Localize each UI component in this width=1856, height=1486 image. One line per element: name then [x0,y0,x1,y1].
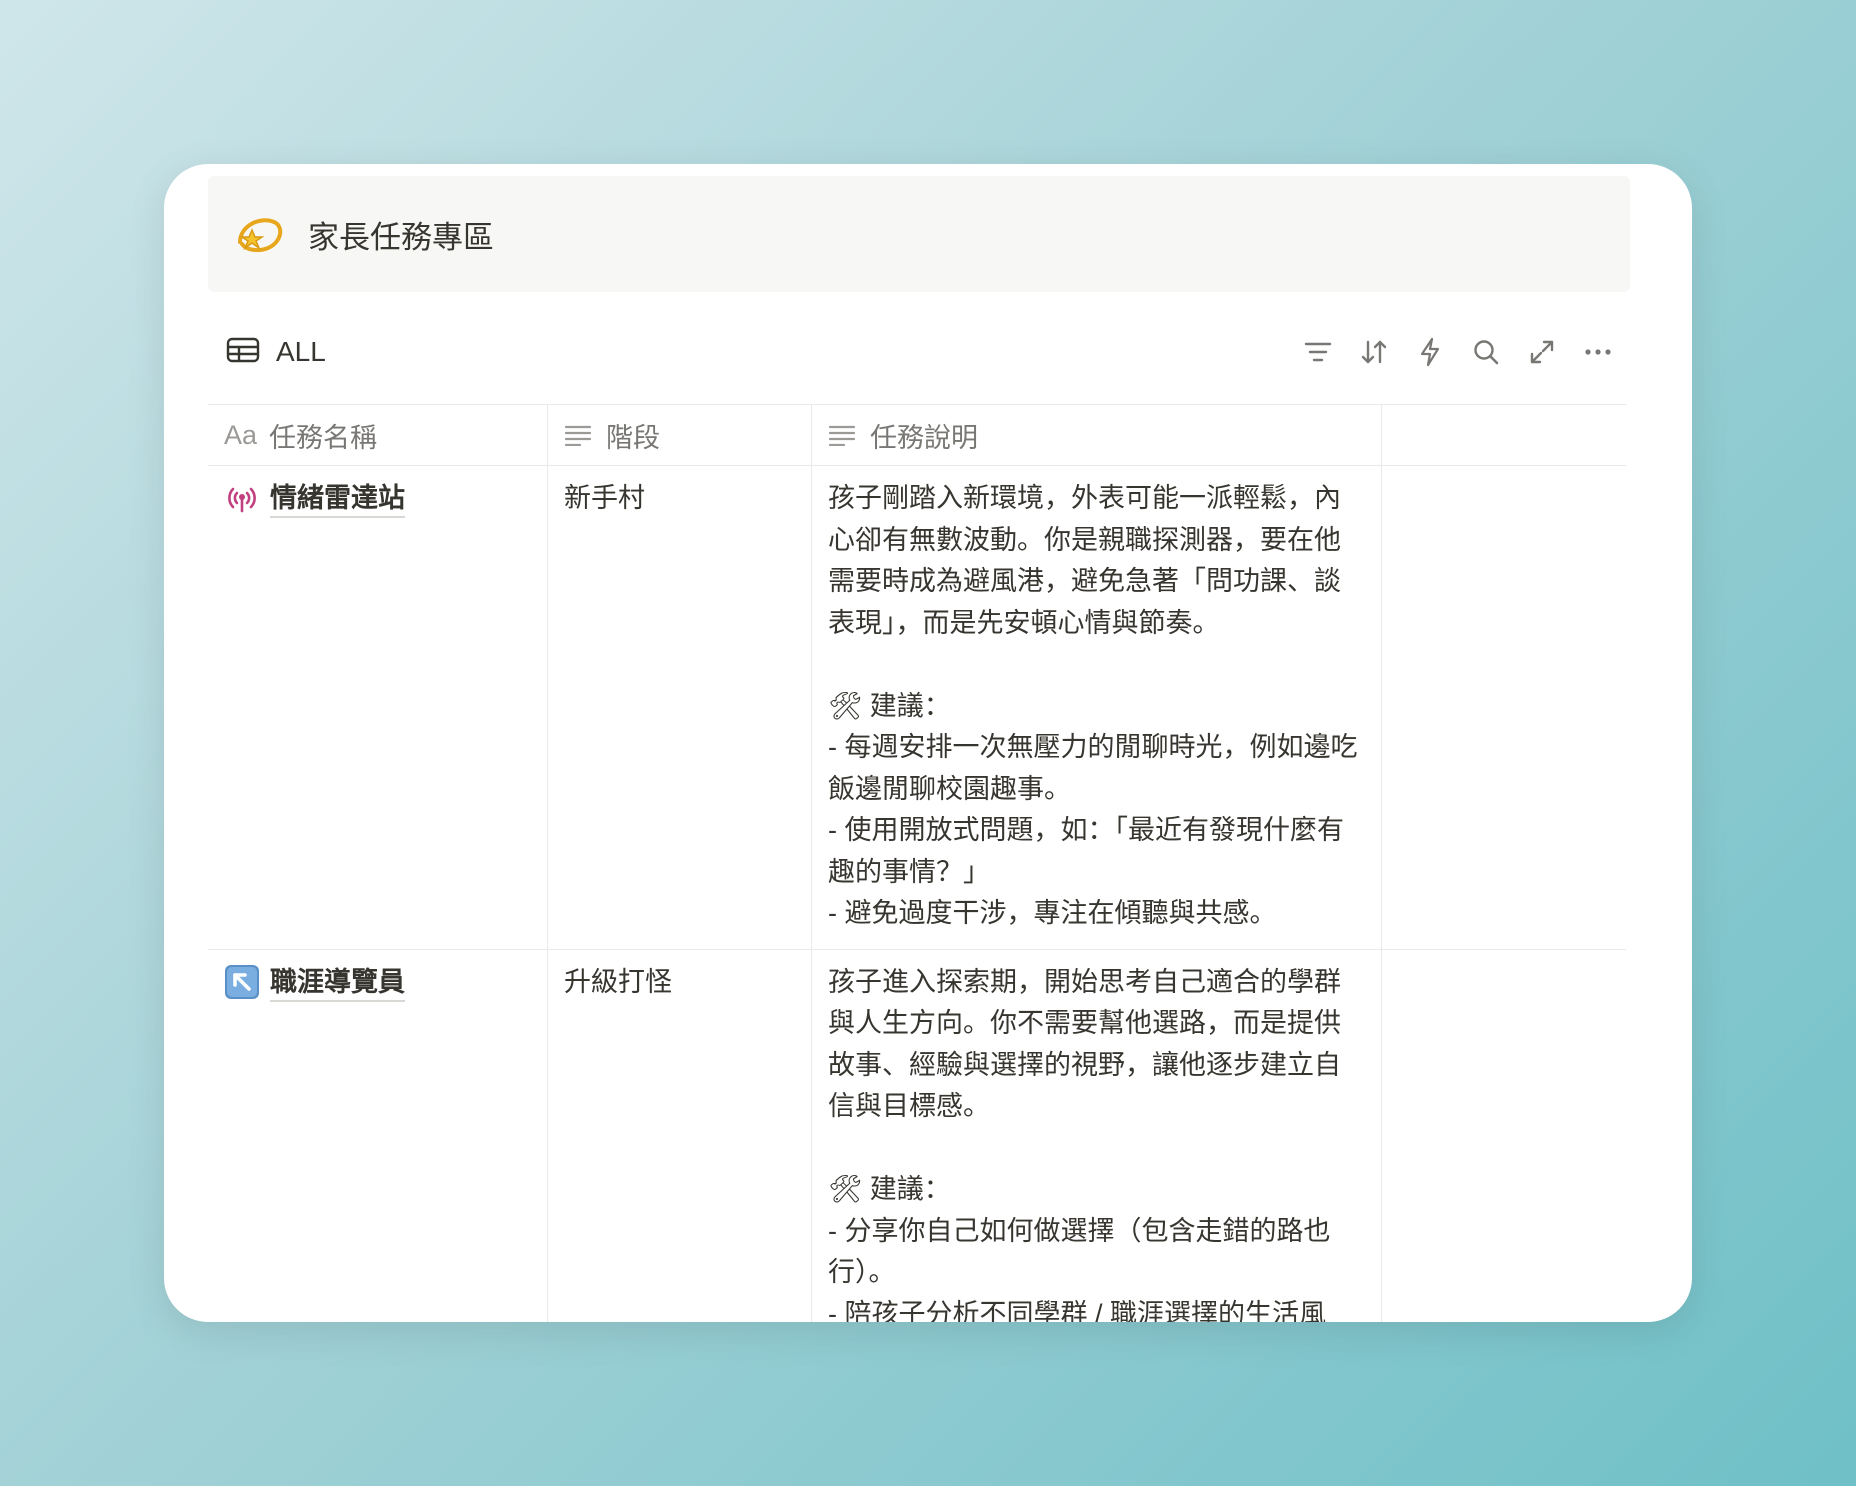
column-header-label: 任務說明 [870,422,978,453]
cell-empty[interactable] [1382,466,1626,949]
text-property-icon [828,424,856,446]
view-tab-all[interactable]: ALL [226,328,326,376]
database-card: 家長任務專區 ALL Aa 任務名稱 階段 任務說明 情緒雷達站 新手村 孩子剛… [164,164,1692,1322]
automation-bolt-icon[interactable] [1408,330,1452,374]
page-callout: 家長任務專區 [208,176,1630,292]
database-table: Aa 任務名稱 階段 任務說明 情緒雷達站 新手村 孩子剛踏入新環境，外表可能一… [208,405,1626,1322]
cell-empty[interactable] [1382,950,1626,1323]
expand-icon[interactable] [1520,330,1564,374]
column-header-label: 階段 [606,422,660,453]
task-name[interactable]: 職涯導覽員 [270,962,405,1002]
antenna-signal-icon [224,478,260,518]
sort-icon[interactable] [1352,330,1396,374]
view-toolbar [1284,330,1620,374]
up-left-arrow-icon [224,962,260,1002]
column-header-stage[interactable]: 階段 [548,405,812,465]
dizzy-star-icon [232,206,288,262]
table-header-row: Aa 任務名稱 階段 任務說明 [208,405,1626,466]
title-property-icon: Aa [224,419,258,450]
column-header-empty [1382,405,1626,465]
cell-name[interactable]: 職涯導覽員 [208,949,548,1322]
view-tab-label: ALL [276,336,326,367]
table-row[interactable]: 職涯導覽員 升級打怪 孩子進入探索期，開始思考自己適合的學群與人生方向。你不需要… [208,949,1626,1323]
cell-desc[interactable]: 孩子進入探索期，開始思考自己適合的學群與人生方向。你不需要幫他選路，而是提供故事… [812,949,1382,1322]
cell-stage[interactable]: 新手村 [548,466,812,949]
more-icon[interactable] [1576,330,1620,374]
cell-stage[interactable]: 升級打怪 [548,949,812,1322]
cell-desc[interactable]: 孩子剛踏入新環境，外表可能一派輕鬆，內心卻有無數波動。你是親職探測器，要在他需要… [812,466,1382,949]
cell-name[interactable]: 情緒雷達站 [208,466,548,949]
table-row[interactable]: 情緒雷達站 新手村 孩子剛踏入新環境，外表可能一派輕鬆，內心卻有無數波動。你是親… [208,466,1626,950]
column-header-desc[interactable]: 任務說明 [812,405,1382,465]
search-icon[interactable] [1464,330,1508,374]
column-header-label: 任務名稱 [269,422,378,453]
view-bar: ALL [208,304,1626,405]
text-property-icon [564,424,592,446]
task-name[interactable]: 情緒雷達站 [270,478,405,518]
filter-icon[interactable] [1296,330,1340,374]
column-header-name[interactable]: Aa 任務名稱 [208,405,548,465]
table-icon [226,337,260,368]
page-title: 家長任務專區 [308,219,494,255]
